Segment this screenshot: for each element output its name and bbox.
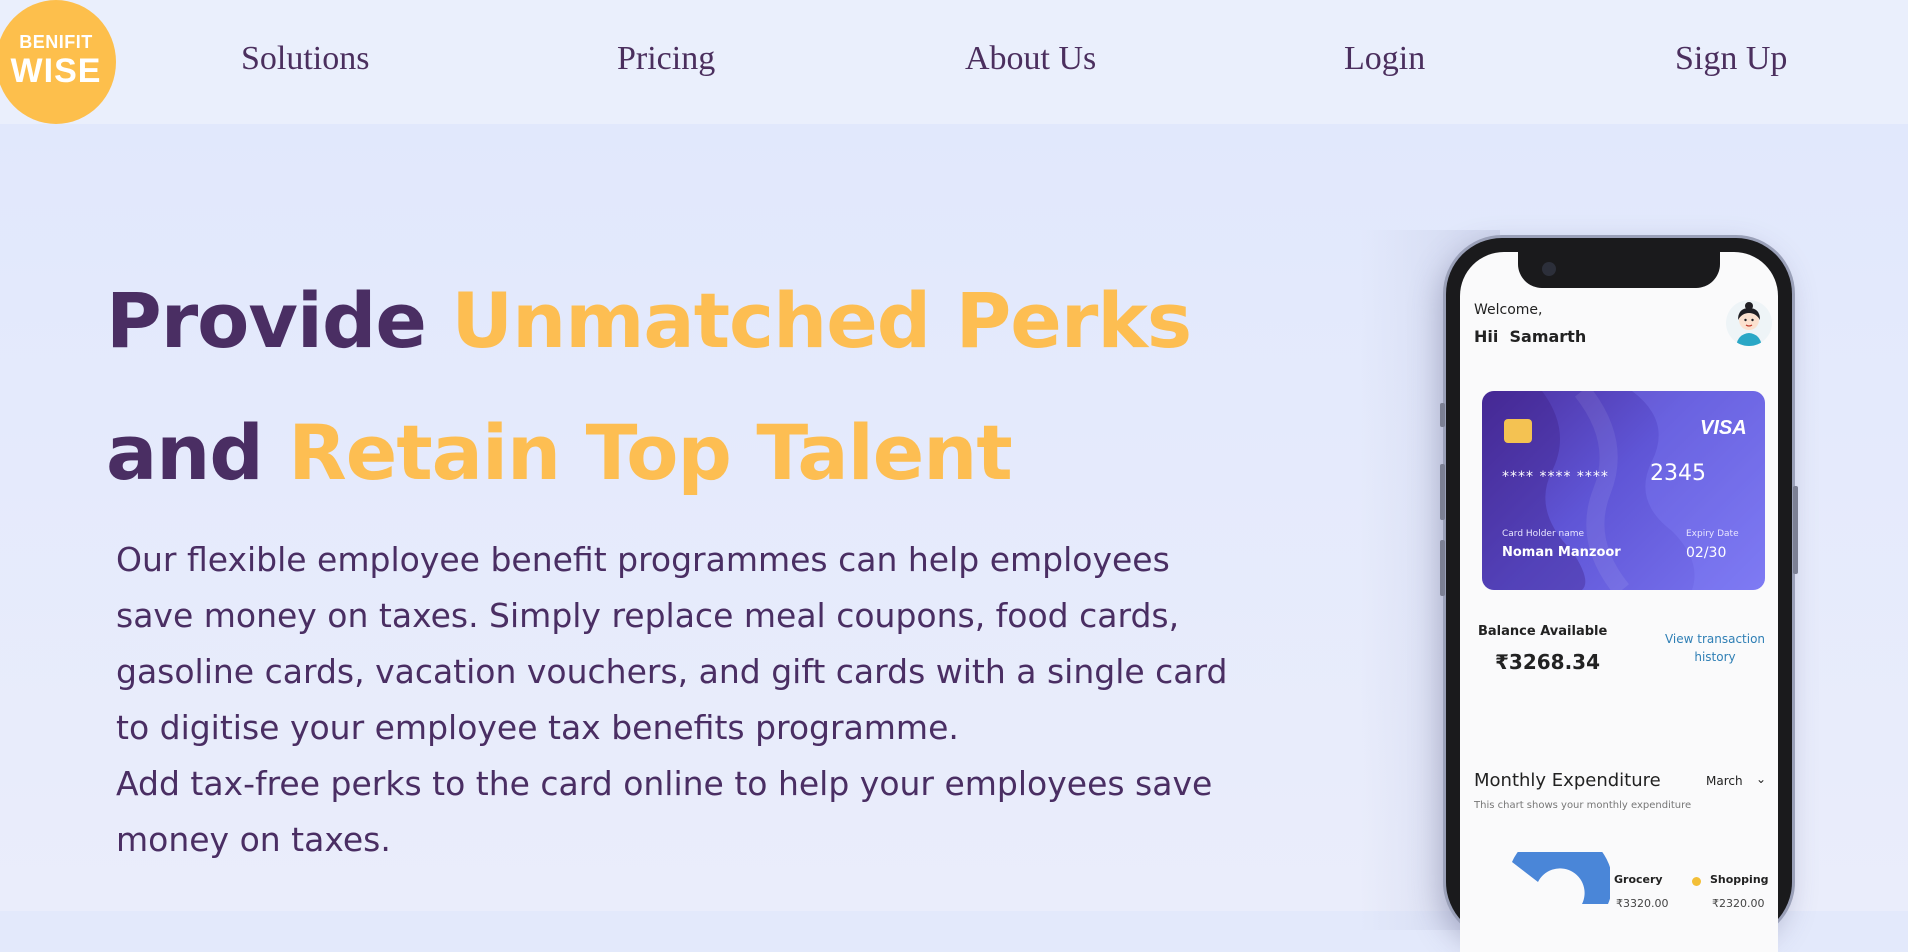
brand-logo[interactable]: BENIFIT WISE xyxy=(0,0,116,124)
headline-retain-top-talent: Retain Top Talent xyxy=(288,408,1012,497)
legend-grocery-value: ₹3320.00 xyxy=(1616,897,1669,910)
phone-mute-button xyxy=(1440,403,1445,427)
expenditure-donut-chart xyxy=(1512,852,1610,904)
hero-paragraph-1: Our flexible employee benefit programmes… xyxy=(116,540,1228,747)
view-transaction-history-link[interactable]: View transaction history xyxy=(1660,630,1770,666)
headline-word-and: and xyxy=(106,408,264,497)
phone-power-button xyxy=(1793,486,1798,574)
card-expiry-label: Expiry Date xyxy=(1686,529,1739,539)
phone-volume-up-button xyxy=(1440,464,1445,520)
hero-headline-line2: and Retain Top Talent xyxy=(106,408,1013,497)
hero-headline-line1: Provide Unmatched Perks xyxy=(106,276,1192,365)
month-selector[interactable]: March xyxy=(1706,774,1743,788)
user-greeting: Hii Samarth xyxy=(1474,327,1587,346)
phone-volume-down-button xyxy=(1440,540,1445,596)
hero-paragraph-2: Add tax-free perks to the card online to… xyxy=(116,764,1213,859)
legend-grocery-dot xyxy=(1596,877,1605,886)
card-expiry-date: 02/30 xyxy=(1686,545,1727,561)
card-holder-label: Card Holder name xyxy=(1502,529,1585,539)
legend-shopping-dot xyxy=(1692,877,1701,886)
phone-notch xyxy=(1518,252,1720,288)
balance-amount: ₹3268.34 xyxy=(1495,650,1601,674)
headline-unmatched-perks: Unmatched Perks xyxy=(451,276,1192,365)
headline-word-provide: Provide xyxy=(106,276,427,365)
legend-shopping-name: Shopping xyxy=(1710,873,1769,886)
card-number-masked: **** **** **** xyxy=(1502,469,1609,485)
legend-grocery-name: Grocery xyxy=(1614,873,1663,886)
phone-screen: Welcome, Hii Samarth VISA **** **** **** xyxy=(1460,252,1778,952)
chevron-down-icon[interactable]: ⌄ xyxy=(1756,772,1766,786)
donut-segment-grocery xyxy=(1512,852,1610,904)
top-navbar: BENIFIT WISE Solutions Pricing About Us … xyxy=(0,0,1908,124)
balance-label: Balance Available xyxy=(1478,624,1608,639)
logo-line1: BENIFIT xyxy=(19,32,93,52)
nav-sign-up[interactable]: Sign Up xyxy=(1675,40,1787,78)
hero-description: Our flexible employee benefit programmes… xyxy=(116,532,1256,868)
nav-about-us[interactable]: About Us xyxy=(965,40,1096,78)
monthly-expenditure-title: Monthly Expenditure xyxy=(1474,770,1661,791)
card-holder-name: Noman Manzoor xyxy=(1502,545,1621,560)
user-avatar-icon[interactable] xyxy=(1726,300,1772,346)
legend-shopping-value: ₹2320.00 xyxy=(1712,897,1765,910)
nav-login[interactable]: Login xyxy=(1344,40,1425,78)
payment-card[interactable]: VISA **** **** **** 2345 Card Holder nam… xyxy=(1482,391,1765,590)
phone-mockup: Welcome, Hii Samarth VISA **** **** **** xyxy=(1440,238,1798,952)
visa-logo: VISA xyxy=(1700,417,1747,439)
nav-pricing[interactable]: Pricing xyxy=(617,40,715,78)
card-chip-icon xyxy=(1504,419,1532,443)
welcome-text: Welcome, xyxy=(1474,302,1543,318)
card-number-last4: 2345 xyxy=(1650,461,1706,486)
logo-line2: WISE xyxy=(10,52,102,90)
expenditure-subtitle: This chart shows your monthly expenditur… xyxy=(1474,800,1692,811)
nav-solutions[interactable]: Solutions xyxy=(241,40,369,78)
camera-icon xyxy=(1542,262,1556,276)
